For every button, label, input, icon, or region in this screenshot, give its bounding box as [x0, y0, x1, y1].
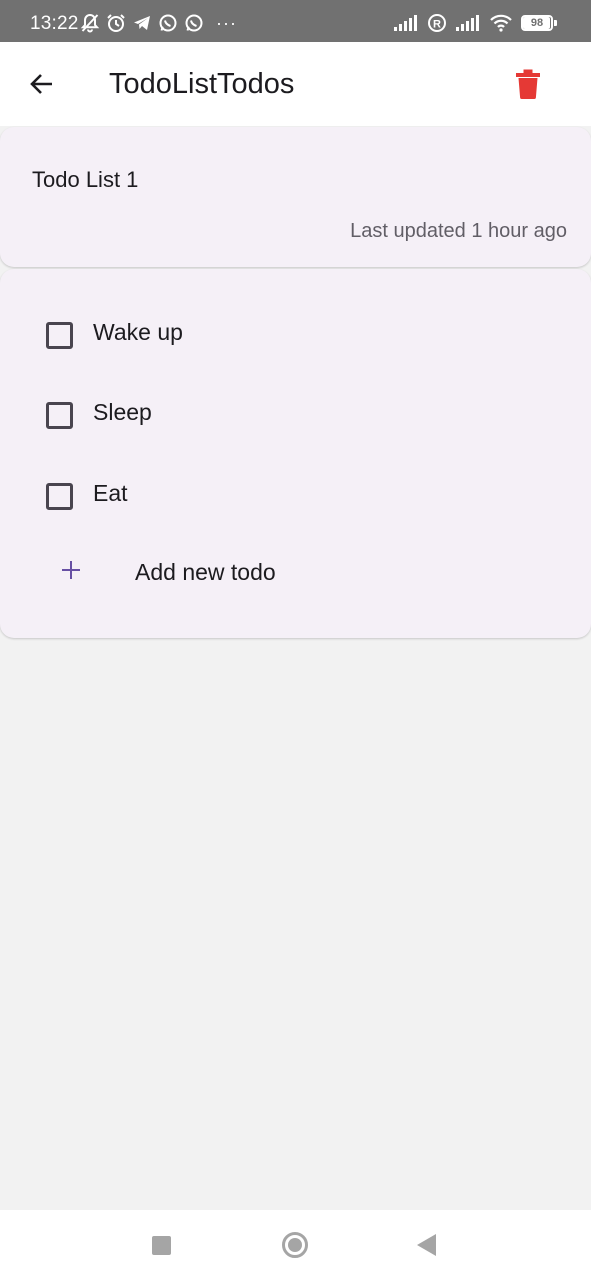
trash-icon: [516, 69, 540, 99]
battery-percent: 98: [530, 17, 544, 29]
todo-checkbox[interactable]: [46, 402, 73, 429]
todos-card: Wake up Sleep Eat Add new todo: [0, 269, 591, 638]
todo-label: Wake up: [93, 319, 183, 345]
more-notifications-icon: ···: [216, 13, 237, 33]
notification-icons: ···: [80, 12, 237, 34]
battery-icon: 98: [521, 14, 557, 32]
list-info-card: Todo List 1 Last updated 1 hour ago: [0, 127, 591, 267]
list-name: Todo List 1: [32, 167, 139, 192]
alarm-icon: [106, 13, 126, 33]
wifi-icon: [489, 13, 513, 33]
todo-label: Eat: [93, 480, 128, 506]
system-icons: R 98: [393, 12, 557, 34]
add-todo-label: Add new todo: [135, 559, 276, 585]
last-updated-text: Last updated 1 hour ago: [350, 220, 567, 242]
todo-item[interactable]: Sleep: [0, 382, 591, 442]
app-bar: TodoListTodos: [0, 42, 591, 126]
todo-checkbox[interactable]: [46, 322, 73, 349]
system-nav-bar: [0, 1210, 591, 1280]
back-triangle-icon[interactable]: [417, 1234, 436, 1256]
status-bar: 13:22 ··· R 98: [0, 0, 591, 42]
todo-checkbox[interactable]: [46, 483, 73, 510]
signal-icon: [393, 14, 419, 32]
back-button[interactable]: [22, 64, 62, 104]
todo-item[interactable]: Eat: [0, 463, 591, 523]
add-todo-button[interactable]: Add new todo: [0, 541, 591, 601]
page-title: TodoListTodos: [109, 68, 295, 100]
signal-icon: [455, 14, 481, 32]
whatsapp-icon: [184, 13, 204, 33]
svg-text:R: R: [433, 19, 441, 31]
recents-icon[interactable]: [152, 1236, 171, 1255]
home-icon[interactable]: [282, 1232, 308, 1258]
roaming-icon: R: [427, 13, 447, 33]
plus-icon: [59, 558, 83, 582]
delete-list-button[interactable]: [506, 62, 550, 106]
whatsapp-icon: [158, 13, 178, 33]
status-time: 13:22: [30, 13, 79, 34]
arrow-back-icon: [30, 74, 52, 94]
todo-label: Sleep: [93, 399, 152, 425]
telegram-icon: [132, 13, 152, 33]
muted-bell-icon: [80, 13, 100, 33]
todo-item[interactable]: Wake up: [0, 302, 591, 362]
